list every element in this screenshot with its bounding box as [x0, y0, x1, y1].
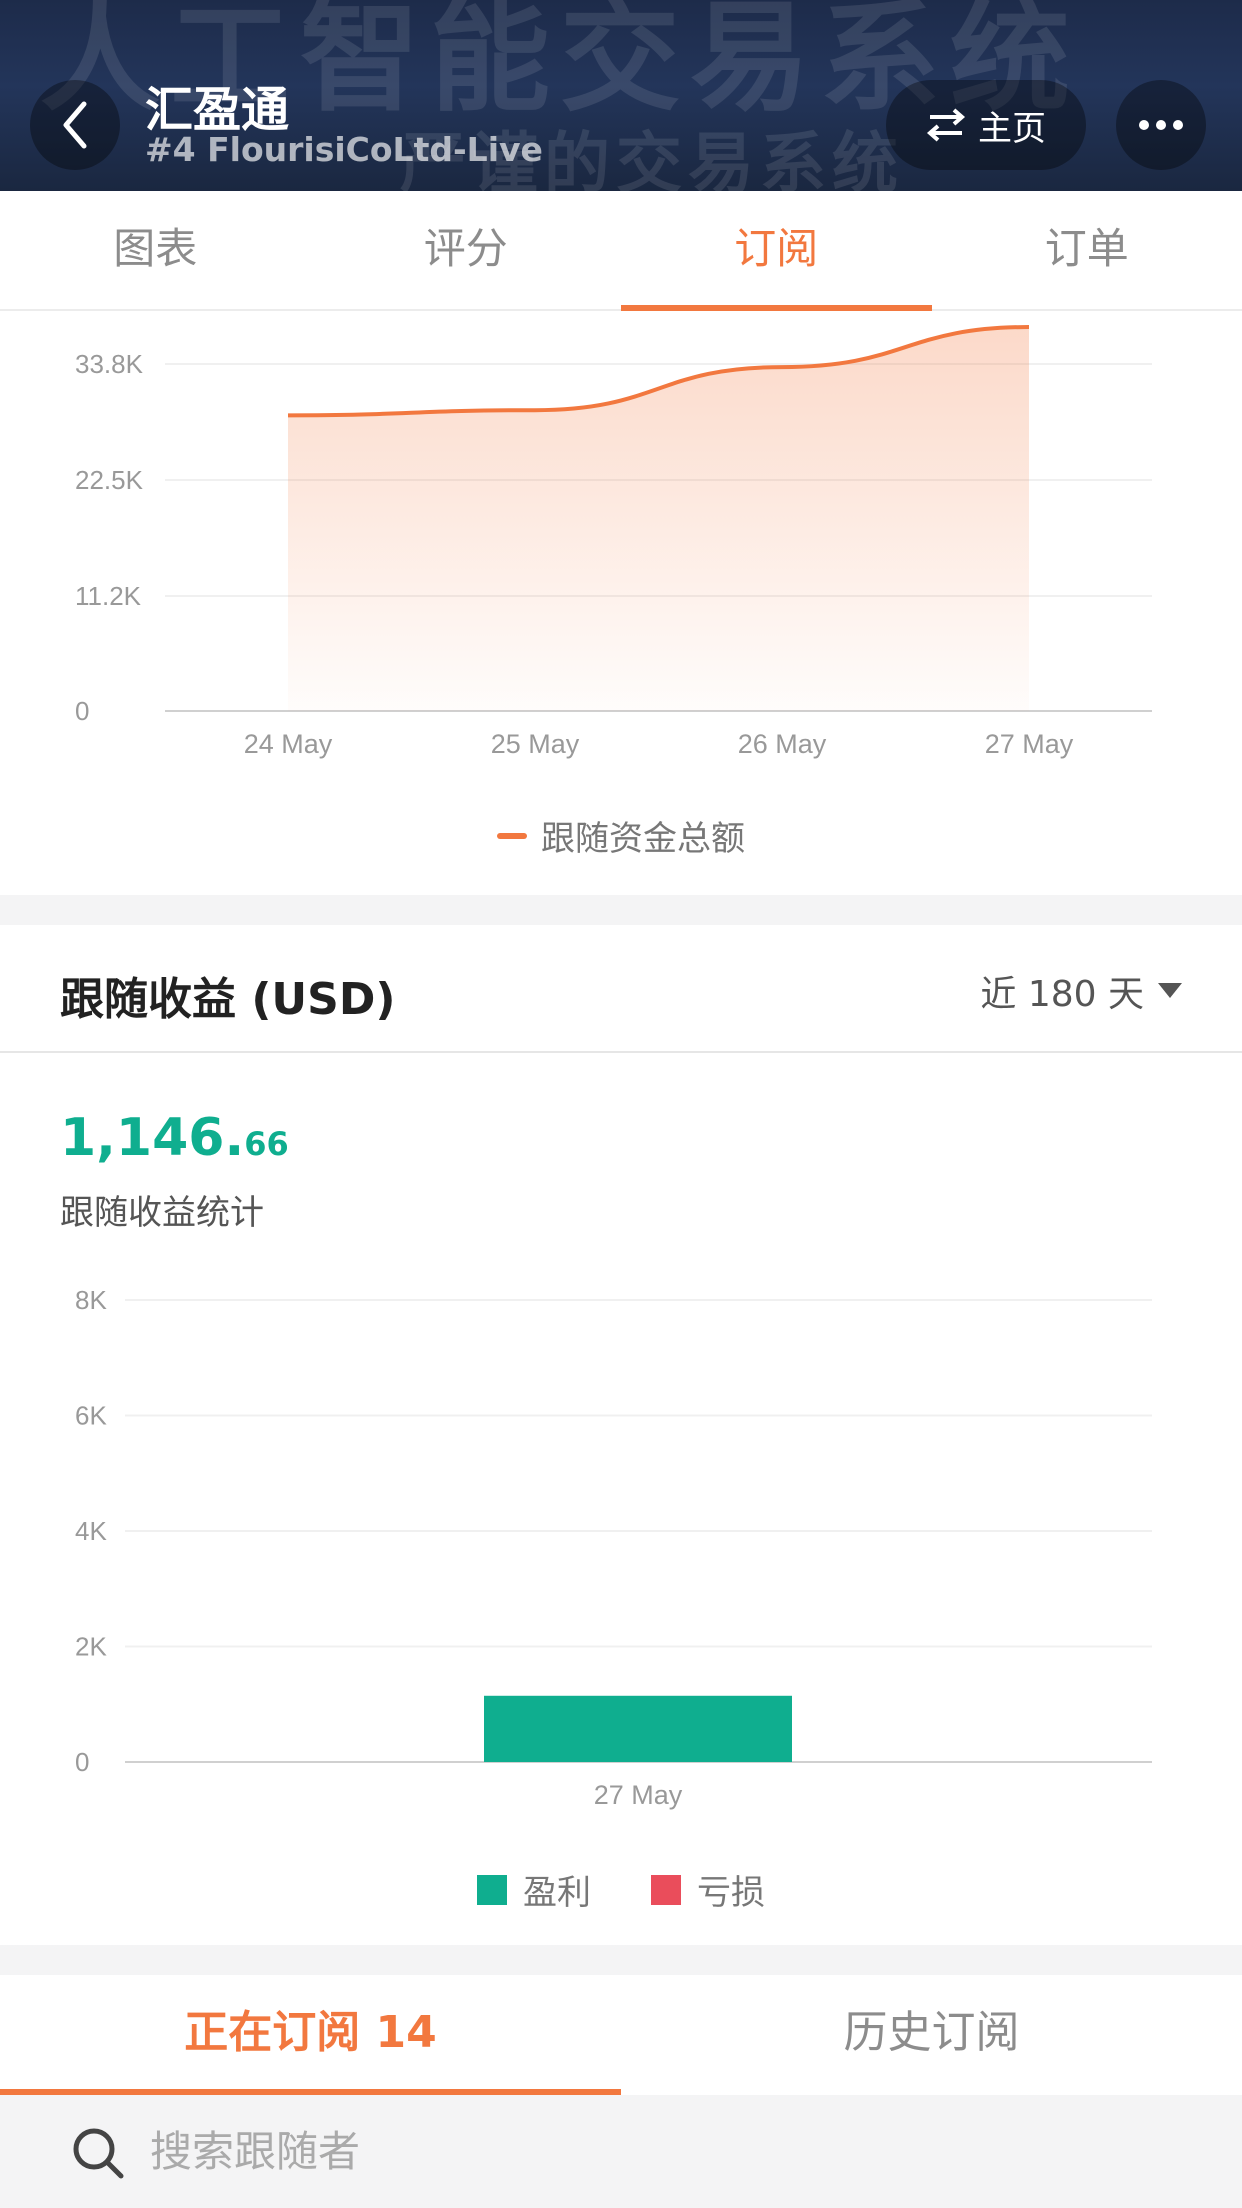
chevron-left-icon: [63, 101, 87, 149]
y-tick-label: 33.8K: [75, 349, 144, 379]
bar-profit: [484, 1695, 792, 1762]
tab-orders[interactable]: 订单: [932, 191, 1242, 309]
follow-profit-card: 跟随收益 (USD) 近 180 天 1,146.66 跟随收益统计 0 2K 4K…: [0, 925, 1242, 1945]
follow-funds-card: 0 11.2K 22.5K 33.8K 24 May 25 May 26 May 27 May…: [0, 311, 1242, 895]
x-tick-label: 26 May: [738, 729, 827, 759]
y-tick-label: 11.2K: [75, 581, 142, 611]
more-button[interactable]: [1116, 80, 1206, 170]
more-dots-icon: [1139, 120, 1183, 130]
legend-label-loss: 亏损: [697, 1873, 765, 1913]
legend-follow-funds: 跟随资金总额: [541, 819, 745, 859]
y-tick-label: 8K: [75, 1285, 107, 1315]
profit-legend: 盈利 亏损: [0, 1865, 1242, 1914]
y-tick-label: 0: [75, 696, 89, 726]
back-button[interactable]: [30, 80, 120, 170]
x-tick-label: 24 May: [244, 729, 333, 759]
search-icon: [73, 2128, 124, 2179]
header: 人工智能交易系统 严谨的交易系统 汇盈通 #4 FlourisiCoLtd-Li…: [0, 0, 1242, 191]
y-tick-label: 22.5K: [75, 465, 144, 495]
tab-history-subscriptions[interactable]: 历史订阅: [621, 1975, 1242, 2095]
search-bar: [0, 2095, 1242, 2208]
x-tick-label: 27 May: [985, 729, 1074, 759]
tab-rating[interactable]: 评分: [311, 191, 622, 309]
x-tick-label: 27 May: [594, 1780, 683, 1810]
main-tabs: 图表 评分 订阅 订单: [0, 191, 1242, 311]
tab-chart[interactable]: 图表: [0, 191, 311, 309]
tab-subscription[interactable]: 订阅: [621, 191, 932, 311]
legend-line-swatch: [497, 832, 527, 839]
legend-item-loss: 亏损: [651, 1865, 765, 1914]
y-tick-label: 0: [75, 1747, 89, 1777]
home-button-label: 主页: [978, 108, 1046, 149]
follow-funds-legend: 跟随资金总额: [0, 811, 1242, 860]
follow-profit-chart: 0 2K 4K 6K 8K 27 May: [75, 1285, 1152, 1810]
legend-label-profit: 盈利: [523, 1873, 591, 1913]
y-tick-label: 2K: [75, 1632, 107, 1662]
search-input[interactable]: [150, 2115, 1200, 2187]
series-area-follow-funds: [288, 327, 1029, 711]
page-subtitle: #4 FlourisiCoLtd-Live: [145, 130, 543, 169]
legend-item-profit: 盈利: [477, 1865, 591, 1914]
swap-arrows-icon: [926, 108, 966, 142]
legend-swatch-profit: [477, 1874, 507, 1905]
y-tick-label: 6K: [75, 1401, 107, 1431]
y-tick-label: 4K: [75, 1516, 107, 1546]
legend-swatch-loss: [651, 1874, 681, 1905]
tab-current-subscriptions[interactable]: 正在订阅 14: [0, 1975, 621, 2095]
x-tick-label: 25 May: [491, 729, 580, 759]
follow-funds-chart: 0 11.2K 22.5K 33.8K 24 May 25 May 26 May 27 May: [75, 325, 1152, 759]
home-button[interactable]: 主页: [886, 80, 1086, 170]
subscription-tabs: 正在订阅 14 历史订阅: [0, 1975, 1242, 2095]
